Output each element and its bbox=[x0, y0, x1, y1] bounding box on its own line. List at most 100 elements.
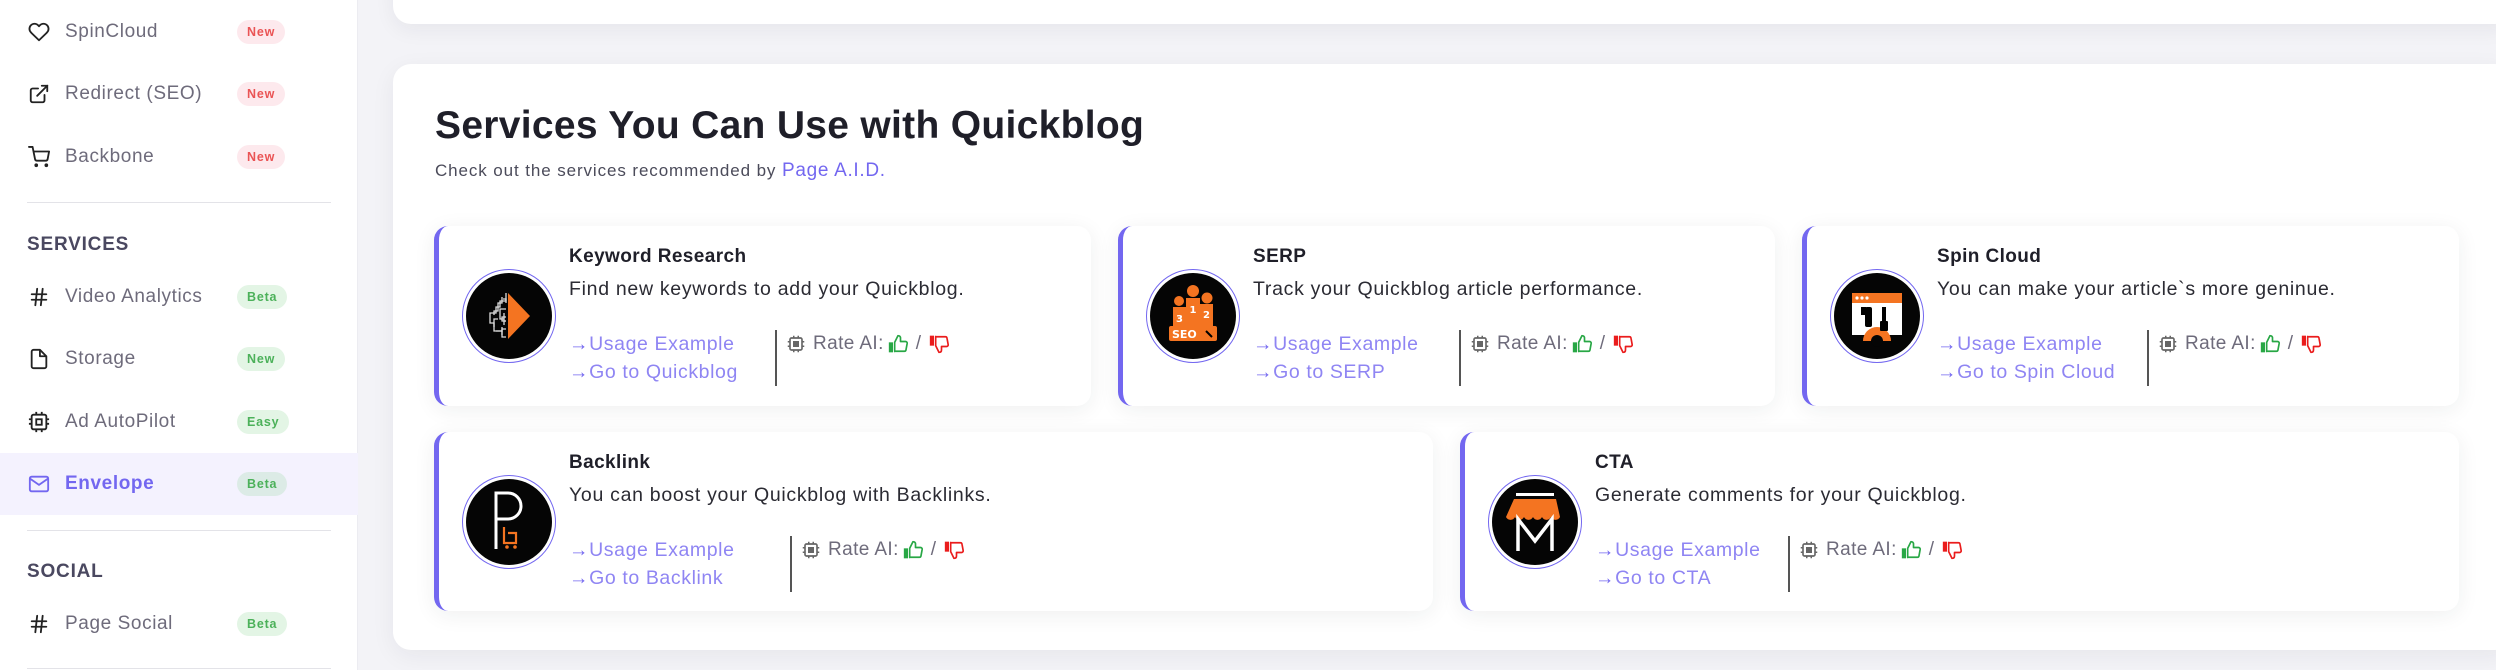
sidebar-item-video-analytics[interactable]: Video Analytics Beta bbox=[0, 266, 358, 328]
sidebar-item-redirect-seo[interactable]: Redirect (SEO) New bbox=[0, 63, 358, 125]
go-to-service-link[interactable]: →Go to SERP bbox=[1253, 358, 1419, 386]
vertical-divider bbox=[775, 330, 777, 386]
rate-ai: Rate AI: / bbox=[1800, 536, 1966, 564]
thumbs-up-icon[interactable] bbox=[2260, 334, 2280, 354]
vertical-divider bbox=[1788, 536, 1790, 592]
chip-icon bbox=[1471, 335, 1489, 353]
new-badge: New bbox=[237, 347, 286, 371]
shopping-cart-icon bbox=[27, 145, 51, 169]
usage-example-link[interactable]: →Usage Example bbox=[569, 330, 738, 358]
service-name: Keyword Research bbox=[569, 246, 747, 267]
thumbs-up-icon[interactable] bbox=[903, 540, 923, 560]
arrow-right-icon: → bbox=[1253, 333, 1274, 355]
rate-separator: / bbox=[1599, 333, 1606, 354]
rate-separator: / bbox=[915, 333, 922, 354]
thumbs-down-icon[interactable] bbox=[944, 540, 965, 560]
service-name: CTA bbox=[1595, 452, 1634, 473]
thumbs-down-icon[interactable] bbox=[929, 334, 950, 354]
service-links: →Usage Example →Go to Quickblog bbox=[569, 330, 738, 386]
arrow-right-icon: → bbox=[1937, 361, 1958, 383]
chip-icon bbox=[802, 541, 820, 559]
sidebar-item-label: Envelope bbox=[65, 473, 155, 494]
thumbs-down-icon[interactable] bbox=[1942, 540, 1963, 560]
service-description: You can boost your Quickblog with Backli… bbox=[569, 484, 992, 506]
go-to-service-link[interactable]: →Go to Quickblog bbox=[569, 358, 738, 386]
vertical-divider bbox=[2147, 330, 2149, 386]
service-card-serp: 12 3 SEO SERP Track your Quickblog articl… bbox=[1118, 226, 1775, 406]
sidebar-item-label: SpinCloud bbox=[65, 21, 159, 42]
sidebar-divider bbox=[27, 530, 331, 531]
previous-content-card bbox=[393, 0, 2496, 24]
service-description: You can make your article`s more geninue… bbox=[1937, 278, 2336, 300]
sidebar-item-envelope[interactable]: Envelope Beta bbox=[0, 453, 358, 515]
rate-ai: Rate AI: / bbox=[787, 330, 953, 358]
sidebar-item-label: Storage bbox=[65, 348, 136, 369]
rate-ai-label: Rate AI: bbox=[828, 539, 899, 560]
keyword-research-logo bbox=[462, 269, 556, 363]
service-card-backlink: Backlink You can boost your Quickblog wi… bbox=[434, 432, 1433, 611]
rate-ai-label: Rate AI: bbox=[813, 333, 884, 354]
rate-ai-label: Rate AI: bbox=[1826, 539, 1897, 560]
sidebar-item-ad-autopilot[interactable]: Ad AutoPilot Easy bbox=[0, 391, 358, 453]
sidebar-item-spincloud[interactable]: SpinCloud New bbox=[0, 1, 358, 63]
thumbs-down-icon[interactable] bbox=[1613, 334, 1634, 354]
service-links: →Usage Example →Go to Spin Cloud bbox=[1937, 330, 2115, 386]
hash-icon bbox=[27, 612, 51, 636]
service-card-keyword-research: Keyword Research Find new keywords to ad… bbox=[434, 226, 1091, 406]
service-links: →Usage Example →Go to Backlink bbox=[569, 536, 735, 592]
go-to-service-link[interactable]: →Go to Spin Cloud bbox=[1937, 358, 2115, 386]
brand-link[interactable]: Page A.I.D. bbox=[782, 160, 886, 181]
vertical-divider bbox=[1459, 330, 1461, 386]
go-to-service-link[interactable]: →Go to Backlink bbox=[569, 564, 735, 592]
sidebar-item-label: Video Analytics bbox=[65, 286, 203, 307]
service-card-cta: CTA Generate comments for your Quickblog… bbox=[1460, 432, 2459, 611]
sidebar-item-page-social[interactable]: Page Social Beta bbox=[0, 593, 358, 655]
go-to-service-link[interactable]: →Go to CTA bbox=[1595, 564, 1761, 592]
spin-cloud-tools-logo bbox=[1830, 269, 1924, 363]
new-badge: New bbox=[237, 145, 286, 169]
thumbs-up-icon[interactable] bbox=[888, 334, 908, 354]
sidebar-item-storage[interactable]: Storage New bbox=[0, 328, 358, 390]
arrow-right-icon: → bbox=[1595, 567, 1616, 589]
sidebar-item-label: Redirect (SEO) bbox=[65, 83, 203, 104]
service-description: Find new keywords to add your Quickblog. bbox=[569, 278, 965, 300]
rate-separator: / bbox=[930, 539, 937, 560]
page-title: Services You Can Use with Quickblog bbox=[435, 104, 1145, 147]
thumbs-up-icon[interactable] bbox=[1901, 540, 1921, 560]
usage-example-link[interactable]: →Usage Example bbox=[1595, 536, 1761, 564]
chip-icon bbox=[2159, 335, 2177, 353]
cta-store-logo bbox=[1488, 475, 1582, 569]
rate-separator: / bbox=[2287, 333, 2294, 354]
arrow-right-icon: → bbox=[569, 361, 590, 383]
rate-separator: / bbox=[1928, 539, 1935, 560]
svg-text:2: 2 bbox=[1203, 310, 1210, 321]
section-title-social: SOCIAL bbox=[27, 561, 104, 582]
subtitle-text: Check out the services recommended by bbox=[435, 161, 782, 180]
service-description: Generate comments for your Quickblog. bbox=[1595, 484, 1967, 506]
page-subtitle: Check out the services recommended by Pa… bbox=[435, 160, 886, 182]
arrow-right-icon: → bbox=[1937, 333, 1958, 355]
usage-example-link[interactable]: →Usage Example bbox=[569, 536, 735, 564]
arrow-right-icon: → bbox=[569, 333, 590, 355]
service-description: Track your Quickblog article performance… bbox=[1253, 278, 1643, 300]
svg-text:SEO: SEO bbox=[1172, 328, 1197, 341]
sidebar-item-label: Backbone bbox=[65, 146, 155, 167]
arrow-right-icon: → bbox=[1253, 361, 1274, 383]
sidebar-divider bbox=[27, 668, 331, 669]
arrow-right-icon: → bbox=[569, 539, 590, 561]
usage-example-link[interactable]: →Usage Example bbox=[1937, 330, 2115, 358]
service-card-spin-cloud: Spin Cloud You can make your article`s m… bbox=[1802, 226, 2459, 406]
heart-icon bbox=[27, 20, 51, 44]
usage-example-link[interactable]: →Usage Example bbox=[1253, 330, 1419, 358]
serp-podium-logo: 12 3 SEO bbox=[1146, 269, 1240, 363]
hash-icon bbox=[27, 285, 51, 309]
thumbs-up-icon[interactable] bbox=[1572, 334, 1592, 354]
service-name: Spin Cloud bbox=[1937, 246, 2042, 267]
beta-badge: Beta bbox=[237, 285, 288, 309]
thumbs-down-icon[interactable] bbox=[2301, 334, 2322, 354]
service-links: →Usage Example →Go to CTA bbox=[1595, 536, 1761, 592]
sidebar-item-label: Page Social bbox=[65, 613, 174, 634]
sidebar-item-backbone[interactable]: Backbone New bbox=[0, 126, 358, 188]
beta-badge: Beta bbox=[237, 472, 288, 496]
service-name: SERP bbox=[1253, 246, 1307, 267]
